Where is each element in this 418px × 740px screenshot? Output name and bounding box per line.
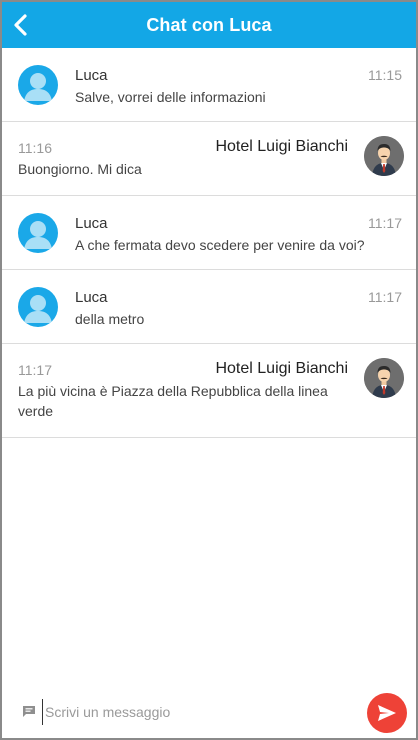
sender-name: Luca xyxy=(75,289,108,306)
sender-name: Hotel Luigi Bianchi xyxy=(215,138,348,155)
send-button[interactable] xyxy=(367,693,407,733)
message-time: 11:17 xyxy=(18,362,52,378)
message-time: 11:15 xyxy=(368,67,402,83)
message-item[interactable]: 11:17 Hotel Luigi Bianchi La più vicina … xyxy=(2,344,416,438)
back-button[interactable] xyxy=(6,9,36,41)
message-input[interactable] xyxy=(42,699,352,725)
message-text: della metro xyxy=(75,311,145,327)
message-item[interactable]: Luca 11:17 A che fermata devo scedere pe… xyxy=(2,196,416,270)
hotel-avatar xyxy=(364,136,404,176)
message-item[interactable]: Luca 11:17 della metro xyxy=(2,270,416,344)
message-text: Buongiorno. Mi dica xyxy=(18,161,142,177)
chat-bubble-icon xyxy=(23,706,35,717)
hotel-avatar xyxy=(364,358,404,398)
sender-name: Hotel Luigi Bianchi xyxy=(215,360,348,377)
send-icon xyxy=(378,705,396,721)
top-bar: Chat con Luca xyxy=(2,2,416,48)
message-time: 11:17 xyxy=(368,215,402,231)
sender-name: Luca xyxy=(75,215,108,232)
chevron-left-icon xyxy=(14,14,27,36)
user-silhouette-icon xyxy=(24,295,52,323)
message-text: Salve, vorrei delle informazioni xyxy=(75,89,266,105)
message-list[interactable]: Luca 11:15 Salve, vorrei delle informazi… xyxy=(2,48,416,438)
user-avatar xyxy=(18,65,58,105)
app-frame: Chat con Luca Luca 11:15 Salve, vorrei d… xyxy=(0,0,418,740)
message-item[interactable]: Luca 11:15 Salve, vorrei delle informazi… xyxy=(2,48,416,122)
user-avatar xyxy=(18,213,58,253)
message-item[interactable]: 11:16 Hotel Luigi Bianchi Buongiorno. Mi… xyxy=(2,122,416,196)
message-composer xyxy=(2,686,416,738)
message-time: 11:16 xyxy=(18,140,52,156)
user-silhouette-icon xyxy=(24,73,52,101)
user-silhouette-icon xyxy=(24,221,52,249)
page-title: Chat con Luca xyxy=(146,14,272,35)
hotel-manager-avatar xyxy=(364,136,404,176)
message-text: La più vicina è Piazza della Repubblica … xyxy=(18,383,328,419)
user-avatar xyxy=(18,287,58,327)
message-time: 11:17 xyxy=(368,289,402,305)
sender-name: Luca xyxy=(75,67,108,84)
hotel-manager-avatar xyxy=(364,358,404,398)
message-text: A che fermata devo scedere per venire da… xyxy=(75,237,365,253)
